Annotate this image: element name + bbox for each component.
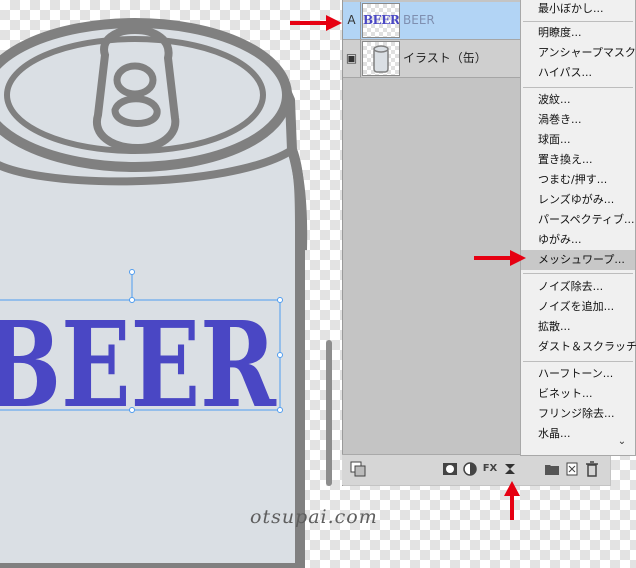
annotation-arrow-layer-icon (290, 15, 342, 31)
layer-thumbnail (362, 41, 400, 76)
menu-item-unsharp-mask[interactable]: アンシャープマスク... (521, 43, 636, 63)
menu-separator (523, 21, 633, 22)
menu-item-clarity[interactable]: 明瞭度... (521, 23, 635, 43)
link-layers-icon[interactable] (350, 461, 366, 477)
image-layer-icon: ▣ (343, 40, 361, 77)
menu-item-twirl[interactable]: 渦巻き... (521, 110, 635, 130)
menu-item-high-pass[interactable]: ハイパス... (521, 63, 635, 83)
fx-icon[interactable]: FX (482, 461, 498, 477)
menu-item-spherize[interactable]: 球面... (521, 130, 635, 150)
layer-thumbnail: BEER (362, 3, 400, 38)
thumbnail-label: BEER (363, 13, 400, 27)
layer-name[interactable]: イラスト（缶） (403, 40, 487, 77)
menu-item-dust-scratches[interactable]: ダスト＆スクラッチ... (521, 337, 636, 357)
menu-item-diffuse[interactable]: 拡散... (521, 317, 635, 337)
layers-toolbar: FX (342, 454, 610, 485)
menu-item-mesh-warp[interactable]: メッシュワープ... (521, 250, 635, 270)
can-thumbnail-icon (373, 45, 389, 73)
layer-name[interactable]: BEER (403, 2, 435, 39)
menu-item-add-noise[interactable]: ノイズを追加... (521, 297, 635, 317)
annotation-arrow-mesh-warp-icon (474, 250, 526, 266)
menu-item-pinch[interactable]: つまむ/押す... (521, 170, 635, 190)
beer-can-illustration: BEER (0, 18, 308, 568)
menu-item-liquify[interactable]: ゆがみ... (521, 230, 635, 250)
menu-item-minimum-blur[interactable]: 最小ぼかし... (521, 0, 635, 19)
menu-item-denoise[interactable]: ノイズ除去... (521, 277, 635, 297)
filter-dropdown-menu: 最小ぼかし... 明瞭度... アンシャープマスク... ハイパス... 波紋.… (520, 0, 636, 456)
chevron-down-icon[interactable]: ⌄ (615, 435, 629, 449)
text-layer-icon: A (343, 2, 361, 39)
menu-item-defringe[interactable]: フリンジ除去... (521, 404, 635, 424)
menu-item-ripple[interactable]: 波紋... (521, 90, 635, 110)
menu-separator (523, 87, 633, 88)
menu-item-lens-distortion[interactable]: レンズゆがみ... (521, 190, 635, 210)
menu-separator (523, 361, 633, 362)
new-folder-icon[interactable] (544, 461, 560, 477)
menu-item-perspective[interactable]: パースペクティブ... (521, 210, 635, 230)
watermark: otsupai.com (250, 506, 378, 528)
adjustment-layer-icon[interactable] (462, 461, 478, 477)
canvas-scrollbar-thumb[interactable] (326, 340, 332, 486)
menu-item-displace[interactable]: 置き換え... (521, 150, 635, 170)
trash-icon[interactable] (584, 461, 600, 477)
menu-separator (523, 273, 633, 274)
new-layer-icon[interactable] (564, 461, 580, 477)
menu-item-vignette[interactable]: ビネット... (521, 384, 635, 404)
menu-item-halftone[interactable]: ハーフトーン... (521, 364, 635, 384)
annotation-arrow-up-icon (504, 481, 520, 520)
layer-mask-icon[interactable] (442, 461, 458, 477)
beer-text[interactable]: BEER (0, 295, 277, 434)
mesh-warp-icon[interactable] (502, 461, 518, 477)
